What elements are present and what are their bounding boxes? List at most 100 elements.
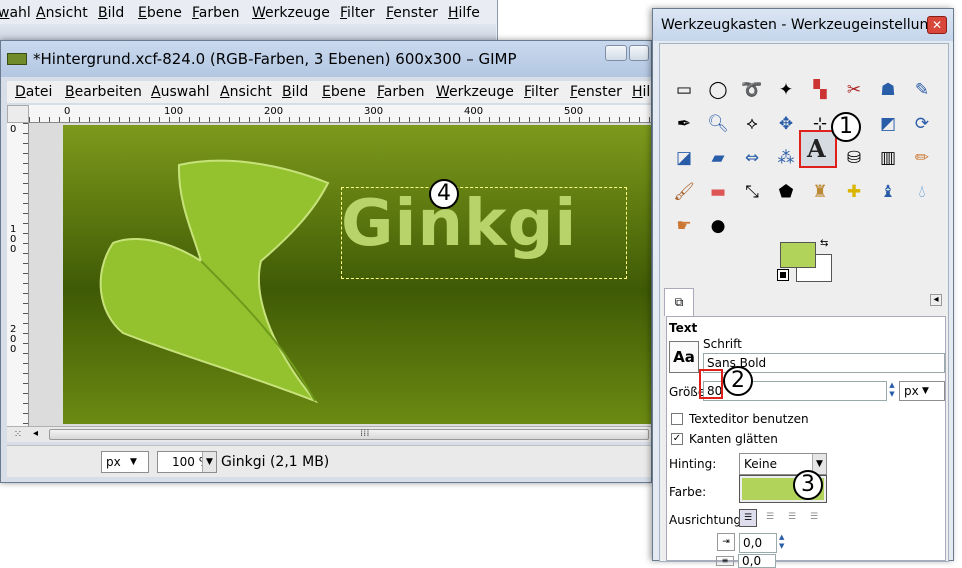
ellipse-select-icon[interactable]: ◯ xyxy=(704,76,732,104)
ruler-h-label: 100 xyxy=(164,106,184,117)
size-spin-arrows-icon[interactable]: ▲ ▼ xyxy=(887,381,897,401)
menu-farben[interactable]: Farben xyxy=(377,81,425,103)
blend-icon[interactable]: ▥ xyxy=(874,144,902,172)
menu-werkzeuge[interactable]: Werkzeuge xyxy=(436,81,514,103)
justify-fill-icon[interactable]: ☰ xyxy=(805,509,823,527)
indent-input[interactable]: 0,0 xyxy=(739,533,777,553)
image-window-titlebar[interactable]: *Hintergrund.xcf-824.0 (RGB-Farben, 3 Eb… xyxy=(1,41,651,77)
default-colors-icon[interactable] xyxy=(777,269,789,281)
color-picker-icon[interactable]: ✒ xyxy=(670,110,698,138)
canvas-area[interactable]: Ginkgi xyxy=(29,123,651,426)
ink-icon[interactable]: ⬟ xyxy=(772,178,800,206)
rect-select-icon[interactable]: ▭ xyxy=(670,76,698,104)
airbrush-icon[interactable]: ⤡ xyxy=(738,178,766,206)
font-preview-button[interactable]: Aa xyxy=(669,341,699,373)
shear-icon[interactable]: ▰ xyxy=(704,144,732,172)
bucket-fill-icon[interactable]: ⛁ xyxy=(840,144,868,172)
convolve-icon[interactable]: ● xyxy=(704,212,732,240)
size-unit-select[interactable]: px ▼ xyxy=(899,381,945,401)
dodge-burn-icon[interactable]: ☛ xyxy=(670,212,698,240)
text-editor-checkbox[interactable] xyxy=(671,413,683,425)
indent-spin-icon[interactable]: ▲ ▼ xyxy=(779,533,789,553)
unit-select[interactable]: px ▼ xyxy=(101,451,149,473)
tool-options-tab[interactable]: ⧉ xyxy=(664,288,694,316)
smudge-icon[interactable]: 💧︎ xyxy=(908,178,936,206)
paths-icon[interactable]: ✎ xyxy=(908,76,936,104)
menu-hilfe[interactable]: Hil xyxy=(632,81,650,103)
menu-auswahl[interactable]: Auswahl xyxy=(151,81,210,103)
tool-options-panel: Text Aa Schrift Sans Bold Größe 80 ▲ ▼ px… xyxy=(666,316,946,561)
menu-bearbeiten[interactable]: Bearbeiten xyxy=(65,81,142,103)
annotation-marker-4: 4 xyxy=(429,179,459,209)
text-layer-boundary[interactable] xyxy=(341,187,627,279)
menu-filter[interactable]: Filter xyxy=(524,81,559,103)
tab-menu-icon[interactable]: ◂ xyxy=(930,294,942,306)
vertical-ruler[interactable]: 0 1 0 0 2 0 0 xyxy=(7,123,29,426)
measure-icon[interactable]: ⟡ xyxy=(738,110,766,138)
free-select-icon[interactable]: ➰ xyxy=(738,76,766,104)
rotate-icon[interactable]: ⟳ xyxy=(908,110,936,138)
antialias-label: Kanten glätten xyxy=(689,432,778,446)
zoom-icon[interactable]: 🔍︎ xyxy=(704,110,732,138)
foreground-select-icon[interactable]: ☗ xyxy=(874,76,902,104)
cage-icon[interactable]: ⁂ xyxy=(772,144,800,172)
bg-menu-fenster[interactable]: Fenster xyxy=(386,2,438,24)
eraser-icon[interactable]: ▬ xyxy=(704,178,732,206)
toolbox-titlebar[interactable]: Werkzeugkasten - Werkzeugeinstellun... ✕ xyxy=(653,9,953,41)
antialias-checkbox[interactable]: ✓ xyxy=(671,433,683,445)
fuzzy-select-icon[interactable]: ✦ xyxy=(772,76,800,104)
pencil-icon[interactable]: ✏ xyxy=(908,144,936,172)
scroll-left-arrow-icon[interactable]: ◂ xyxy=(33,428,38,439)
justify-right-icon[interactable]: ☰ xyxy=(761,509,779,527)
menu-ansicht[interactable]: Ansicht xyxy=(220,81,272,103)
perspective-icon[interactable]: ⇔ xyxy=(738,144,766,172)
image-canvas[interactable]: Ginkgi xyxy=(63,125,651,424)
ruler-v-label: 0 xyxy=(10,124,17,135)
justify-label: Ausrichtung: xyxy=(669,513,746,527)
maximize-button[interactable] xyxy=(629,45,649,61)
color-select-icon[interactable]: ▚ xyxy=(806,76,834,104)
scissors-icon[interactable]: ✂ xyxy=(840,76,868,104)
bg-menu-werkzeuge[interactable]: Werkzeuge xyxy=(252,2,330,24)
minimize-button[interactable] xyxy=(605,45,627,61)
heal-icon[interactable]: ✚ xyxy=(840,178,868,206)
toolbox-window: Werkzeugkasten - Werkzeugeinstellun... ✕… xyxy=(652,8,954,568)
indent-icon: ⇥ xyxy=(717,533,735,551)
bg-menu-hilfe[interactable]: Hilfe xyxy=(448,2,480,24)
bg-menu-auswahl[interactable]: wahl xyxy=(0,2,31,24)
text-tool-button[interactable]: A xyxy=(799,130,837,168)
move-icon[interactable]: ✥ xyxy=(772,110,800,138)
menu-datei[interactable]: Datei xyxy=(15,81,52,103)
size-highlight-box xyxy=(699,369,723,399)
menu-ebene[interactable]: Ebene xyxy=(322,81,366,103)
menu-bild[interactable]: Bild xyxy=(282,81,308,103)
foreground-color-swatch[interactable] xyxy=(780,242,816,268)
bg-menu-filter[interactable]: Filter xyxy=(340,2,375,24)
justify-left-icon[interactable]: ☰ xyxy=(739,509,757,527)
bg-menu-ansicht[interactable]: Ansicht xyxy=(36,2,88,24)
ruler-corner-button[interactable] xyxy=(7,105,29,123)
bg-menu-farben[interactable]: Farben xyxy=(192,2,240,24)
ruler-v-ticks xyxy=(23,123,28,426)
image-window: *Hintergrund.xcf-824.0 (RGB-Farben, 3 Eb… xyxy=(0,40,652,483)
close-button[interactable]: ✕ xyxy=(927,16,947,34)
perspective-clone-icon[interactable]: ♝ xyxy=(874,178,902,206)
paintbrush-icon[interactable]: 🖌︎ xyxy=(670,178,698,206)
swap-colors-icon[interactable]: ⇆ xyxy=(820,238,828,249)
text-editor-label: Texteditor benutzen xyxy=(689,412,809,426)
navigate-icon[interactable]: ⁙ xyxy=(7,426,29,442)
clone-icon[interactable]: ♜ xyxy=(806,178,834,206)
bg-menu-ebene[interactable]: Ebene xyxy=(138,2,182,24)
justify-center-icon[interactable]: ☰ xyxy=(783,509,801,527)
line-spacing-input[interactable]: 0,0 xyxy=(738,554,776,568)
zoom-select[interactable]: 100 % ▼ xyxy=(157,451,217,473)
menu-fenster[interactable]: Fenster xyxy=(570,81,622,103)
horizontal-ruler[interactable]: 0 100 200 300 400 500 xyxy=(29,105,651,123)
color-label: Farbe: xyxy=(669,485,707,499)
options-section-title: Text xyxy=(669,321,698,335)
scrollbar-thumb[interactable]: ⁞⁞⁞ xyxy=(49,428,649,440)
crop-icon[interactable]: ◩ xyxy=(874,110,902,138)
horizontal-scrollbar[interactable]: ◂ ⁞⁞⁞ xyxy=(29,426,651,442)
bg-menu-bild[interactable]: Bild xyxy=(98,2,124,24)
scale-icon[interactable]: ◪ xyxy=(670,144,698,172)
